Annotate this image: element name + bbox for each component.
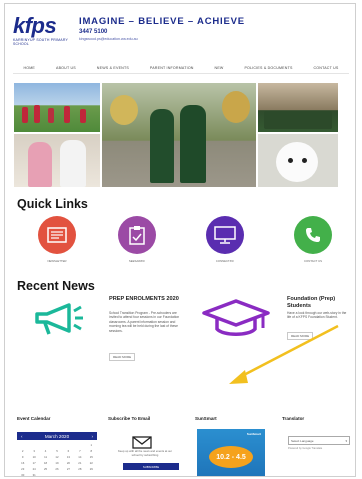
calendar-header: ‹ March 2020 ›: [17, 432, 97, 440]
annotation-arrow-icon: [229, 324, 339, 384]
subscribe-text: Keep up with all the news and events at …: [117, 449, 173, 457]
powered-by-text: Powered by Google Translate: [288, 447, 323, 450]
calendar-day[interactable]: 28: [74, 466, 85, 472]
calendar-day[interactable]: 25: [40, 466, 51, 472]
uv-index: 10.2 - 4.5: [209, 446, 253, 468]
language-select[interactable]: Select Language ▾: [288, 436, 350, 445]
chevron-right-icon[interactable]: ›: [91, 434, 93, 439]
calendar-day[interactable]: 30: [17, 472, 28, 476]
calendar-month: March 2020: [44, 433, 70, 439]
language-select-value: Select Language: [291, 438, 314, 443]
chevron-left-icon[interactable]: ‹: [21, 434, 23, 439]
sunsmart-title: SunSmart: [195, 416, 217, 421]
chevron-down-icon: ▾: [345, 438, 347, 443]
calendar-day[interactable]: 26: [51, 466, 62, 472]
calendar-grid: 1 2 3 4 5 6 7 8 9 10 11 12 13 14 15 16 17 18 19 20 21 22 23 24 2…: [17, 440, 97, 476]
calendar-day[interactable]: 27: [63, 466, 74, 472]
sunsmart-label: SunSmart: [246, 432, 261, 436]
subscribe-button[interactable]: SUBSCRIBE: [123, 463, 179, 470]
event-calendar-title: Event Calendar: [17, 416, 51, 421]
sunsmart-widget[interactable]: SunSmart 10.2 - 4.5: [197, 429, 265, 476]
page-frame: kfps KARRINYUP SOUTH PRIMARY SCHOOL IMAG…: [4, 3, 356, 477]
calendar-day[interactable]: 31: [28, 472, 39, 476]
calendar-day[interactable]: 29: [86, 466, 97, 472]
event-calendar: ‹ March 2020 › 1 2 3 4 5 6 7 8 9 10 11 12 13 14 15 16 17…: [17, 432, 97, 476]
translator-title: Translator: [282, 416, 305, 421]
subscribe-title: Subscribe To Email: [108, 416, 151, 421]
